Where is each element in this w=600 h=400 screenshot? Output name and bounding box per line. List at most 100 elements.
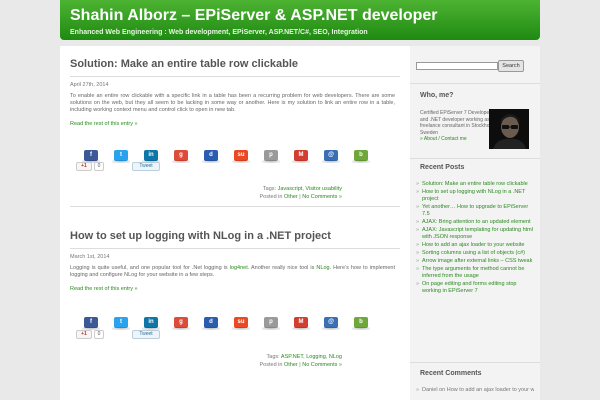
post-tags: Tags: ASP.NET, Logging, NLog	[266, 354, 342, 360]
stumbleupon-icon[interactable]: su	[232, 150, 250, 163]
post-date: March 1st, 2014	[70, 254, 110, 260]
google-icon-glyph: g	[179, 319, 183, 325]
google-icon-glyph: g	[179, 152, 183, 158]
site-tagline: Enhanced Web Engineering : Web developme…	[70, 29, 368, 36]
linkedin-icon[interactable]: in	[142, 317, 160, 330]
post-excerpt: Logging is quite useful, and one popular…	[70, 265, 395, 279]
email-icon[interactable]: @	[322, 150, 340, 163]
google-plus-one-button[interactable]: +1	[76, 162, 92, 171]
plus-one-count: 0	[94, 162, 104, 171]
tag-link[interactable]: Logging	[306, 354, 326, 360]
stumbleupon-icon[interactable]: su	[232, 317, 250, 330]
post-meta: Posted in Other | No Comments »	[259, 194, 342, 200]
comments-link[interactable]: No Comments »	[302, 194, 342, 200]
twitter-icon[interactable]: t	[112, 150, 130, 163]
bookmark-icon[interactable]: b	[352, 150, 370, 163]
facebook-icon[interactable]: f	[82, 150, 100, 163]
comments-link[interactable]: No Comments »	[302, 362, 342, 368]
linkedin-icon-glyph: in	[148, 152, 154, 158]
who-me-heading: Who, me?	[420, 92, 454, 99]
delicious-icon[interactable]: d	[202, 150, 220, 163]
facebook-icon[interactable]: f	[82, 317, 100, 330]
gmail-icon-glyph: M	[298, 319, 304, 325]
stumbleupon-icon-glyph: su	[237, 319, 245, 325]
log4net-link[interactable]: log4net	[230, 265, 248, 271]
email-icon[interactable]: @	[322, 317, 340, 330]
delicious-icon-glyph: d	[209, 319, 213, 325]
google-plus-one-button[interactable]: +1	[76, 330, 92, 339]
category-link[interactable]: Other	[284, 362, 298, 368]
recent-post-link[interactable]: Yet another… How to upgrade to EPiServer…	[416, 204, 534, 218]
gmail-icon-glyph: M	[298, 152, 304, 158]
about-text: Certified EPiServer 7 Developer and .NET…	[420, 110, 497, 136]
linkedin-icon[interactable]: in	[142, 150, 160, 163]
linkedin-icon-glyph: in	[148, 319, 154, 325]
recent-posts-heading: Recent Posts	[420, 164, 465, 171]
post-title[interactable]: Solution: Make an entire table row click…	[70, 58, 298, 70]
facebook-icon-glyph: f	[90, 152, 92, 158]
recent-post-link[interactable]: AJAX: Javascript templating for updating…	[416, 227, 534, 241]
divider	[410, 158, 540, 159]
post-title[interactable]: How to set up logging with NLog in a .NE…	[70, 230, 331, 242]
print-icon[interactable]: p	[262, 150, 280, 163]
plus-one-count: 0	[94, 330, 104, 339]
posted-in-label: Posted in	[259, 194, 283, 200]
divider	[70, 248, 400, 249]
tag-link[interactable]: ASP.NET	[281, 354, 303, 360]
tweet-button[interactable]: Tweet	[132, 162, 160, 171]
recent-post-link[interactable]: Solution: Make an entire table row click…	[416, 181, 534, 188]
email-icon-glyph: @	[328, 319, 334, 325]
recent-posts-list: Solution: Make an entire table row click…	[416, 181, 534, 296]
recent-post-link[interactable]: Sorting columns using a list of objects …	[416, 250, 534, 257]
gmail-icon[interactable]: M	[292, 150, 310, 163]
recent-post-link[interactable]: On page editing and forms editing stop w…	[416, 281, 534, 295]
tags-label: Tags:	[266, 354, 280, 360]
twitter-icon-glyph: t	[120, 319, 122, 325]
share-buttons: f t in g d su p M @ b	[82, 317, 384, 331]
facebook-icon-glyph: f	[90, 319, 92, 325]
share-buttons: f t in g d su p M @ b	[82, 150, 384, 164]
bookmark-icon[interactable]: b	[352, 317, 370, 330]
search-button[interactable]: Search	[498, 60, 524, 72]
tag-link[interactable]: NLog	[329, 354, 342, 360]
site-title[interactable]: Shahin Alborz – EPiServer & ASP.NET deve…	[70, 7, 438, 25]
sidebar: Search Who, me? Certified EPiServer 7 De…	[410, 46, 540, 400]
excerpt-text: . Another really nice tool is	[247, 265, 315, 271]
bookmark-icon-glyph: b	[359, 319, 363, 325]
category-link[interactable]: Other	[284, 194, 298, 200]
delicious-icon[interactable]: d	[202, 317, 220, 330]
recent-post-link[interactable]: AJAX: Bring attention to an updated elem…	[416, 219, 534, 226]
tag-link[interactable]: Visitor usability	[305, 186, 342, 192]
tag-link[interactable]: Javascript	[278, 186, 303, 192]
recent-post-link[interactable]: How to add an ajax loader to your websit…	[416, 242, 534, 249]
recent-post-link[interactable]: Arrow image after external links – CSS t…	[416, 258, 534, 265]
stumbleupon-icon-glyph: su	[237, 152, 245, 158]
gmail-icon[interactable]: M	[292, 317, 310, 330]
divider	[70, 206, 400, 207]
twitter-icon-glyph: t	[120, 152, 122, 158]
excerpt-text: Logging is quite useful, and one popular…	[70, 265, 228, 271]
recent-comment-link[interactable]: Daniel on How to add an ajax loader to y…	[416, 387, 534, 394]
divider	[410, 83, 540, 84]
read-more-link[interactable]: Read the rest of this entry »	[70, 286, 138, 292]
post-date: April 27th, 2014	[70, 82, 109, 88]
google-icon[interactable]: g	[172, 150, 190, 163]
page-content: Solution: Make an entire table row click…	[60, 46, 540, 400]
print-icon[interactable]: p	[262, 317, 280, 330]
divider	[70, 76, 400, 77]
recent-comments-heading: Recent Comments	[420, 370, 482, 377]
twitter-icon[interactable]: t	[112, 317, 130, 330]
recent-post-link[interactable]: How to set up logging with NLog in a .NE…	[416, 189, 534, 203]
tweet-button[interactable]: Tweet	[132, 330, 160, 339]
read-more-link[interactable]: Read the rest of this entry »	[70, 121, 138, 127]
google-icon[interactable]: g	[172, 317, 190, 330]
search-input[interactable]	[416, 62, 498, 70]
recent-post-link[interactable]: The type arguments for method cannot be …	[416, 266, 534, 280]
avatar	[489, 109, 529, 149]
post-meta: Posted in Other | No Comments »	[259, 362, 342, 368]
about-contact-link[interactable]: » About / Contact me	[420, 136, 467, 142]
recent-comments-list: Daniel on How to add an ajax loader to y…	[416, 387, 534, 394]
divider	[410, 362, 540, 363]
nlog-link[interactable]: NLog	[316, 265, 329, 271]
tags-label: Tags:	[262, 186, 277, 192]
